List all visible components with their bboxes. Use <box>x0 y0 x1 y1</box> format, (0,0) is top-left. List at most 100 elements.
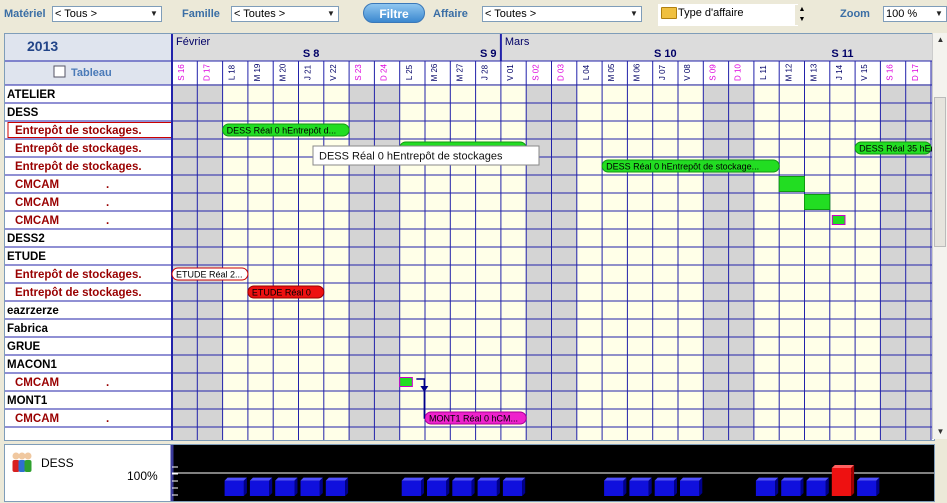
week-label: S 9 <box>480 48 497 60</box>
row-label: eazrzerze <box>7 305 59 317</box>
load-block-side <box>623 477 627 496</box>
tooltip-text: DESS Réal 0 hEntrepôt de stockages <box>319 151 503 163</box>
day-label: D 17 <box>202 64 211 81</box>
day-label: D 17 <box>911 64 920 81</box>
scroll-down-icon[interactable]: ▼ <box>933 425 947 439</box>
scroll-thumb[interactable] <box>934 97 946 247</box>
task-bar[interactable] <box>399 377 413 387</box>
chevron-down-icon[interactable]: ▼ <box>324 7 338 21</box>
day-label: D 10 <box>734 64 743 81</box>
people-icon <box>24 460 32 472</box>
load-block <box>680 480 700 496</box>
affaire-value: < Toutes > <box>485 8 537 20</box>
day-column <box>500 85 527 440</box>
materiel-select[interactable]: < Tous > ▼ <box>52 6 162 22</box>
load-block <box>401 480 421 496</box>
load-block-top <box>755 477 779 481</box>
row-label: CMCAM <box>15 413 59 425</box>
load-block-top <box>654 477 677 481</box>
day-column <box>222 85 248 440</box>
load-block <box>477 480 497 496</box>
day-label: S 16 <box>886 64 895 81</box>
day-label: J 14 <box>835 64 844 80</box>
load-block <box>755 480 776 496</box>
famille-value: < Toutes > <box>234 8 286 20</box>
day-column <box>779 85 805 440</box>
load-block <box>654 480 674 496</box>
row-label: MONT1 <box>7 395 48 407</box>
gantt-chart[interactable]: 2013 Tableau S 16 D 17 L 18 M 19 M 20 J 21 V 22 S… <box>5 34 934 440</box>
load-block-side <box>471 477 475 496</box>
people-icon <box>12 452 20 460</box>
spin-up-icon[interactable]: ▲ <box>795 5 809 15</box>
day-column <box>172 85 198 440</box>
load-block-top <box>224 477 247 481</box>
load-block-side <box>876 477 880 496</box>
zoom-select[interactable]: 100 % ▼ <box>883 6 947 22</box>
people-icon <box>18 452 26 460</box>
task-bar-label: ETUDE Réal 2... <box>176 270 243 280</box>
filter-button[interactable]: Filtre <box>363 3 425 23</box>
row-label: CMCAM <box>15 215 59 227</box>
load-block-top <box>325 477 349 481</box>
task-bar[interactable] <box>831 215 846 225</box>
week-label: S 11 <box>831 48 853 60</box>
day-column <box>247 85 274 440</box>
load-block-side <box>851 465 855 496</box>
type-affaire-text: Type d'affaire <box>678 7 744 19</box>
load-block <box>806 480 826 496</box>
load-percent-label: 100% <box>127 469 158 483</box>
load-block <box>452 480 472 496</box>
row-label: ATELIER <box>7 89 56 101</box>
load-block-side <box>522 477 526 496</box>
load-block-side <box>699 477 703 496</box>
row-label: Entrepôt de stockages. <box>15 143 142 155</box>
day-label: S 16 <box>177 64 186 81</box>
month-label: Mars <box>505 36 530 48</box>
type-affaire-field[interactable]: Type d'affaire <box>658 4 798 26</box>
row-label: DESS2 <box>7 233 45 245</box>
load-block-side <box>800 477 804 496</box>
row-label: CMCAM <box>15 197 59 209</box>
row-label: Entrepôt de stockages. <box>15 161 142 173</box>
folder-icon <box>661 7 677 19</box>
type-affaire-spinner[interactable]: ▲ ▼ <box>795 5 809 25</box>
row-label: Fabrica <box>7 323 49 335</box>
day-column <box>627 85 653 440</box>
affaire-select[interactable]: < Toutes > ▼ <box>482 6 642 22</box>
row-label: CMCAM <box>15 377 59 389</box>
spin-down-icon[interactable]: ▼ <box>795 15 809 25</box>
day-label: S 23 <box>354 64 363 81</box>
chevron-down-icon[interactable]: ▼ <box>627 7 641 21</box>
task-bar[interactable] <box>804 194 831 210</box>
day-label: S 02 <box>531 64 540 81</box>
task-bar[interactable] <box>778 176 806 192</box>
row-dot: . <box>106 179 109 191</box>
row-dot: . <box>106 215 109 227</box>
load-block <box>781 480 801 496</box>
day-label: V 15 <box>860 64 869 81</box>
day-label: D 24 <box>380 64 389 81</box>
day-label: M 05 <box>607 63 616 81</box>
load-block-side <box>648 477 652 496</box>
load-block <box>604 480 624 496</box>
day-column <box>678 85 704 440</box>
chevron-down-icon[interactable]: ▼ <box>147 7 161 21</box>
load-block-top <box>401 477 424 481</box>
load-block-top <box>477 477 500 481</box>
day-column <box>804 85 830 440</box>
scroll-up-icon[interactable]: ▲ <box>933 33 947 47</box>
day-label: M 26 <box>430 63 439 81</box>
load-block <box>325 480 346 496</box>
tableau-checkbox[interactable] <box>53 65 66 78</box>
vertical-scrollbar[interactable]: ▲ ▼ <box>932 33 947 439</box>
row-label: MACON1 <box>7 359 57 371</box>
zoom-value: 100 % <box>886 8 918 20</box>
day-column <box>728 85 754 440</box>
chevron-down-icon[interactable]: ▼ <box>932 7 946 21</box>
day-column <box>652 85 678 440</box>
row-label: Entrepôt de stockages. <box>15 269 142 281</box>
task-bar-label: DESS Réal 35 hEntr... <box>859 144 934 154</box>
famille-select[interactable]: < Toutes > ▼ <box>231 6 339 22</box>
load-resource-name: DESS <box>41 456 74 470</box>
